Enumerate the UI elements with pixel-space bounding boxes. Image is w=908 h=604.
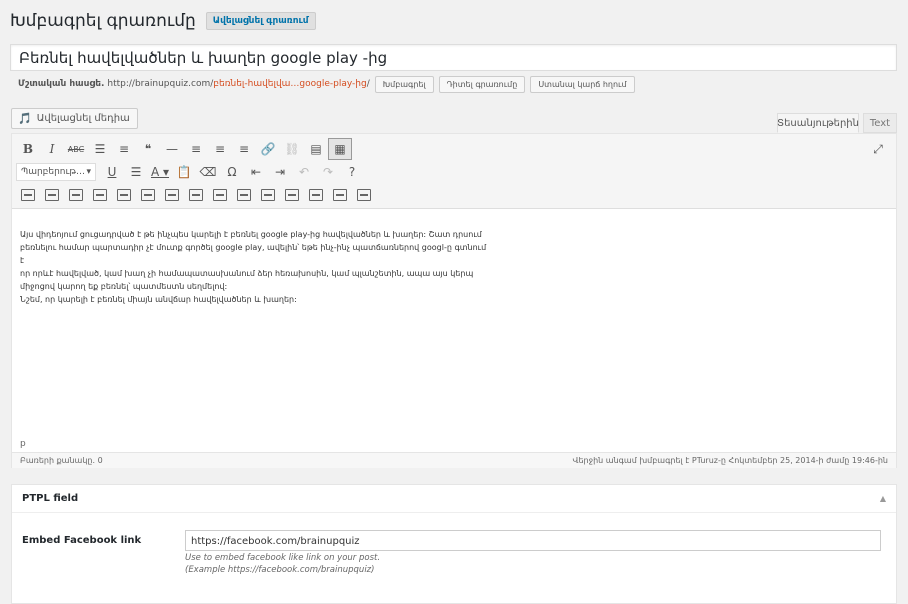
editor-toolbar: B I ABC ☰ ≡ ❝ — ≡ ≡ ≡ 🔗 ⛓ ▤ ▦ Պարբերութ… ▾ U ☰ A ▾ 📋 ⌫ Ω ⇤ ⇥… bbox=[12, 134, 896, 209]
add-media-button[interactable]: 🎵 Ավելացնել մեդիա bbox=[11, 108, 138, 129]
embed-facebook-example: (Example https://facebook.com/brainupqui… bbox=[185, 565, 375, 575]
special-character-button[interactable]: Ω bbox=[220, 161, 244, 183]
horizontal-line-button[interactable]: — bbox=[160, 138, 184, 160]
permalink-slug[interactable]: բեռնել-հավելվա…google-play-ից bbox=[213, 79, 366, 89]
paste-text-button[interactable]: 📋 bbox=[172, 161, 196, 183]
plugin-tool-button[interactable] bbox=[256, 184, 280, 206]
embed-facebook-input[interactable]: https://facebook.com/brainupquiz bbox=[185, 530, 881, 551]
align-right-button[interactable]: ≡ bbox=[232, 138, 256, 160]
strikethrough-button[interactable]: ABC bbox=[64, 138, 88, 160]
plugin-tool-icon bbox=[333, 189, 347, 201]
plugin-tool-button[interactable] bbox=[88, 184, 112, 206]
post-title-input[interactable]: Բեռնել հավելվածներ և խաղեր google play -… bbox=[10, 44, 897, 71]
plugin-tool-button[interactable] bbox=[328, 184, 352, 206]
toolbar-row-1: B I ABC ☰ ≡ ❝ — ≡ ≡ ≡ 🔗 ⛓ ▤ ▦ bbox=[16, 138, 352, 160]
tab-text[interactable]: Text bbox=[863, 113, 897, 133]
content-line: Այս վիդեոյում ցուցադրված է թե ինչպես կար… bbox=[20, 230, 482, 239]
content-line: միջոցով կարող եք բեռնել՝ պատմեստն սեղմել… bbox=[20, 282, 228, 291]
clear-formatting-button[interactable]: ⌫ bbox=[196, 161, 220, 183]
editor-content[interactable]: Այս վիդեոյում ցուցադրված է թե ինչպես կար… bbox=[20, 228, 490, 306]
page-header: Խմբագրել գրառումը Ավելացնել գրառում bbox=[10, 8, 316, 34]
plugin-tool-button[interactable] bbox=[16, 184, 40, 206]
content-line: որ որևէ հավելված, կամ խաղ չի համապատասխա… bbox=[20, 269, 474, 278]
ptpl-field-box: PTPL field ▲ Embed Facebook link https:/… bbox=[11, 484, 897, 604]
toolbar-toggle-button[interactable]: ▦ bbox=[328, 138, 352, 160]
outdent-button[interactable]: ⇤ bbox=[244, 161, 268, 183]
plugin-tool-icon bbox=[357, 189, 371, 201]
permalink-trail: / bbox=[366, 79, 370, 89]
format-select[interactable]: Պարբերութ… ▾ bbox=[16, 163, 96, 181]
permalink-base: http://brainupquiz.com/ bbox=[107, 79, 214, 89]
plugin-tool-icon bbox=[165, 189, 179, 201]
toolbar-row-2: Պարբերութ… ▾ U ☰ A ▾ 📋 ⌫ Ω ⇤ ⇥ ↶ ↷? bbox=[16, 161, 364, 183]
plugin-tool-icon bbox=[189, 189, 203, 201]
blockquote-button[interactable]: ❝ bbox=[136, 138, 160, 160]
tab-visual[interactable]: Տեսանյութերին bbox=[777, 113, 859, 133]
last-edited: Վերջին անգամ խմբագրել է PTuruz-ը Հոկտեմբ… bbox=[572, 456, 888, 465]
plugin-tool-button[interactable] bbox=[64, 184, 88, 206]
plugin-tool-icon bbox=[21, 189, 35, 201]
page-title: Խմբագրել գրառումը bbox=[10, 11, 196, 31]
insert-link-button[interactable]: 🔗 bbox=[256, 138, 280, 160]
format-select-value: Պարբերութ… bbox=[21, 167, 86, 177]
plugin-tool-button[interactable] bbox=[352, 184, 376, 206]
word-count: Բառերի քանակը. 0 bbox=[20, 456, 103, 465]
align-center-button[interactable]: ≡ bbox=[208, 138, 232, 160]
text-color-button[interactable]: A ▾ bbox=[148, 161, 172, 183]
italic-button[interactable]: I bbox=[40, 138, 64, 160]
plugin-tool-icon bbox=[117, 189, 131, 201]
undo-button[interactable]: ↶ bbox=[292, 161, 316, 183]
content-line: բեռնելու համար պարտադիր չէ մուտք գործել … bbox=[20, 243, 487, 265]
align-left-button[interactable]: ≡ bbox=[184, 138, 208, 160]
remove-link-button[interactable]: ⛓ bbox=[280, 138, 304, 160]
get-shortlink-button[interactable]: Ստանալ կարճ հղում bbox=[530, 75, 635, 93]
justify-button[interactable]: ☰ bbox=[124, 161, 148, 183]
view-post-button[interactable]: Դիտել գրառումը bbox=[438, 75, 526, 93]
read-more-button[interactable]: ▤ bbox=[304, 138, 328, 160]
plugin-tool-button[interactable] bbox=[232, 184, 256, 206]
toolbar-row-3 bbox=[16, 184, 376, 206]
indent-button[interactable]: ⇥ bbox=[268, 161, 292, 183]
plugin-tool-button[interactable] bbox=[40, 184, 64, 206]
plugin-tool-icon bbox=[45, 189, 59, 201]
bold-button[interactable]: B bbox=[16, 138, 40, 160]
redo-button[interactable]: ↷ bbox=[316, 161, 340, 183]
editor: B I ABC ☰ ≡ ❝ — ≡ ≡ ≡ 🔗 ⛓ ▤ ▦ Պարբերութ… ▾ U ☰ A ▾ 📋 ⌫ Ω ⇤ ⇥… bbox=[11, 133, 897, 468]
underline-button[interactable]: U bbox=[100, 161, 124, 183]
plugin-tool-icon bbox=[93, 189, 107, 201]
plugin-tool-icon bbox=[261, 189, 275, 201]
ptpl-field-title: PTPL field bbox=[22, 493, 79, 504]
collapse-toggle-icon[interactable]: ▲ bbox=[880, 494, 886, 503]
add-new-post-button[interactable]: Ավելացնել գրառում bbox=[205, 12, 316, 30]
status-bar: Բառերի քանակը. 0 Վերջին անգամ խմբագրել է… bbox=[12, 452, 896, 468]
plugin-tool-button[interactable] bbox=[160, 184, 184, 206]
add-media-label: Ավելացնել մեդիա bbox=[36, 113, 130, 124]
edit-permalink-button[interactable]: Խմբագրել bbox=[374, 75, 434, 93]
chevron-down-icon: ▾ bbox=[86, 167, 91, 177]
plugin-tool-icon bbox=[141, 189, 155, 201]
plugin-tool-button[interactable] bbox=[184, 184, 208, 206]
plugin-tool-button[interactable] bbox=[304, 184, 328, 206]
fullscreen-icon[interactable]: ⤢ bbox=[866, 138, 890, 160]
permalink-bar: Մշտական հասցե. http://brainupquiz.com/ բ… bbox=[18, 75, 635, 93]
content-line: Նշեմ, որ կարելի է բեռնել միայն անվճար հա… bbox=[20, 295, 297, 304]
plugin-tool-icon bbox=[285, 189, 299, 201]
plugin-tool-button[interactable] bbox=[136, 184, 160, 206]
numbered-list-button[interactable]: ≡ bbox=[112, 138, 136, 160]
bullet-list-button[interactable]: ☰ bbox=[88, 138, 112, 160]
ptpl-field-header[interactable]: PTPL field ▲ bbox=[12, 485, 896, 513]
plugin-tool-button[interactable] bbox=[112, 184, 136, 206]
embed-facebook-hint: Use to embed facebook like link on your … bbox=[185, 553, 381, 563]
plugin-tool-button[interactable] bbox=[280, 184, 304, 206]
plugin-tool-icon bbox=[309, 189, 323, 201]
element-path: p bbox=[20, 439, 26, 449]
plugin-tool-icon bbox=[213, 189, 227, 201]
permalink-label: Մշտական հասցե. bbox=[18, 79, 105, 89]
media-icon: 🎵 bbox=[18, 112, 32, 125]
plugin-tool-icon bbox=[69, 189, 83, 201]
help-button[interactable]: ? bbox=[340, 161, 364, 183]
plugin-tool-icon bbox=[237, 189, 251, 201]
plugin-tool-button[interactable] bbox=[208, 184, 232, 206]
embed-facebook-label: Embed Facebook link bbox=[22, 535, 142, 546]
